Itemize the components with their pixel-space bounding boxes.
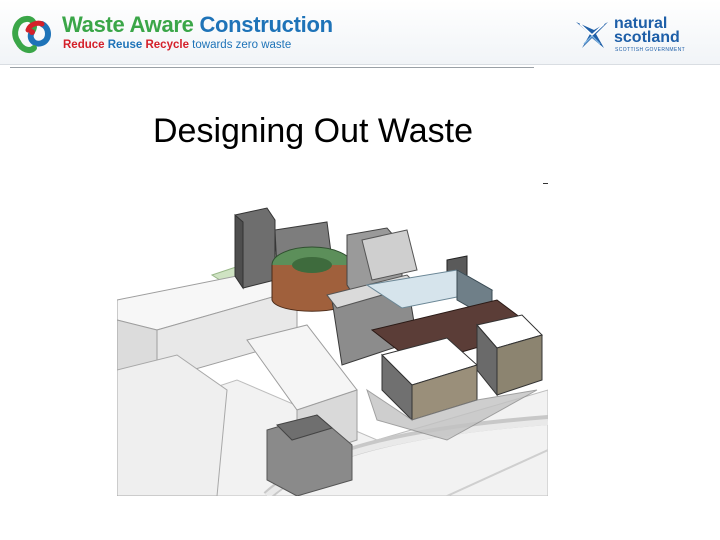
logo-title: Waste Aware Construction (62, 12, 333, 38)
logo-tagline: Reduce Reuse Recycle towards zero waste (63, 39, 291, 51)
building-render-image (117, 190, 548, 496)
header-rule (10, 67, 534, 68)
tag-reduce: Reduce (63, 39, 105, 51)
small-dash (543, 183, 548, 184)
slide-title: Designing Out Waste (153, 112, 473, 150)
tag-reuse: Reuse (107, 39, 143, 51)
tag-recycle: Recycle (145, 39, 189, 51)
recycle-loop-icon (12, 15, 51, 53)
ns-line2: scotland (614, 29, 680, 46)
logo-title-part1: Waste Aware (62, 12, 194, 37)
ns-line3: SCOTTISH GOVERNMENT (615, 47, 686, 53)
tag-rest: towards zero waste (192, 39, 292, 51)
logo-title-part2: Construction (199, 12, 333, 37)
header-bar: Waste Aware Construction Reduce Reuse Re… (0, 0, 720, 65)
saltire-bird-icon (576, 22, 608, 48)
natural-scotland-logo: natural scotland SCOTTISH GOVERNMENT (574, 16, 704, 56)
waste-aware-logo: Waste Aware Construction Reduce Reuse Re… (6, 8, 346, 56)
